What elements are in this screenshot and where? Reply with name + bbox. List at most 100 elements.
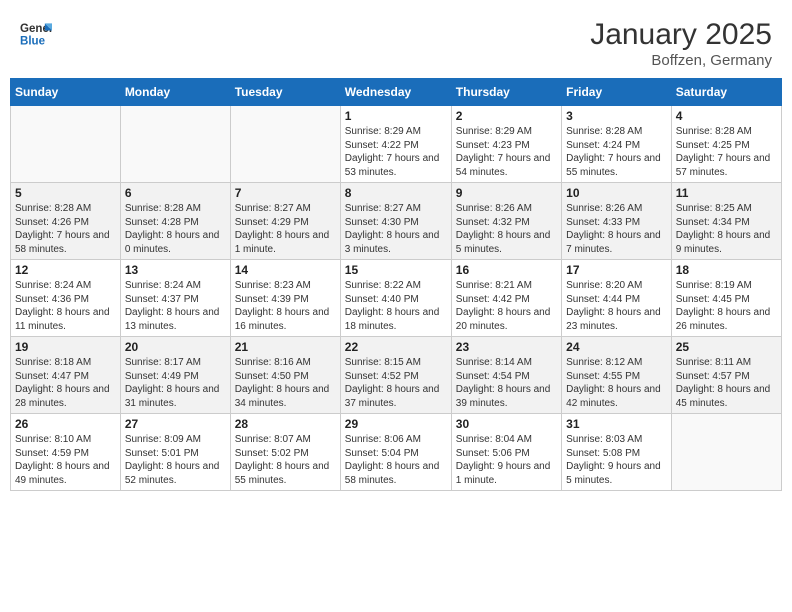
weekday-header-wednesday: Wednesday: [340, 79, 451, 106]
day-info: Sunrise: 8:26 AM Sunset: 4:32 PM Dayligh…: [456, 202, 557, 256]
day-number: 20: [125, 340, 226, 354]
calendar-day-cell: 14Sunrise: 8:23 AM Sunset: 4:39 PM Dayli…: [230, 260, 340, 337]
day-number: 2: [456, 109, 557, 123]
weekday-header-sunday: Sunday: [11, 79, 121, 106]
calendar-day-cell: 15 Sunrise: 8:22 AM Sunset: 4:40 PM Dayli…: [340, 260, 451, 337]
calendar-day-cell: 11 Sunrise: 8:25 AM Sunset: 4:34 PM Dayli…: [671, 183, 781, 260]
day-number: 17: [566, 263, 667, 277]
day-number: 5: [15, 186, 116, 200]
calendar-day-cell: 4 Sunrise: 8:28 AM Sunset: 4:25 PM Daylig…: [671, 106, 781, 183]
day-info: Sunrise: 8:27 AM Sunset: 4:30 PM Dayligh…: [345, 202, 447, 256]
day-info: Sunrise: 8:25 AM Sunset: 4:34 PM Dayligh…: [676, 202, 777, 256]
calendar-table: SundayMondayTuesdayWednesdayThursdayFrid…: [10, 78, 782, 491]
day-info: Sunrise: 8:28 AM Sunset: 4:26 PM Dayligh…: [15, 202, 116, 256]
calendar-day-cell: 28 Sunrise: 8:07 AM Sunset: 5:02 PM Dayli…: [230, 414, 340, 491]
day-number: 27: [125, 417, 226, 431]
location: Boffzen, Germany: [590, 52, 772, 69]
logo-icon: General Blue: [20, 18, 52, 50]
calendar-day-cell: 10 Sunrise: 8:26 AM Sunset: 4:33 PM Dayli…: [562, 183, 672, 260]
calendar-day-cell: 21 Sunrise: 8:16 AM Sunset: 4:50 PM Dayli…: [230, 337, 340, 414]
day-info: Sunrise: 8:10 AM Sunset: 4:59 PM Dayligh…: [15, 433, 116, 487]
day-number: 23: [456, 340, 557, 354]
logo: General Blue: [20, 18, 52, 50]
day-info: Sunrise: 8:16 AM Sunset: 4:50 PM Dayligh…: [235, 356, 336, 410]
day-info: Sunrise: 8:24 AM Sunset: 4:36 PM Dayligh…: [15, 279, 116, 333]
day-info: Sunrise: 8:20 AM Sunset: 4:44 PM Dayligh…: [566, 279, 667, 333]
calendar-day-cell: 17 Sunrise: 8:20 AM Sunset: 4:44 PM Dayli…: [562, 260, 672, 337]
day-number: 28: [235, 417, 336, 431]
calendar-day-cell: 12 Sunrise: 8:24 AM Sunset: 4:36 PM Dayli…: [11, 260, 121, 337]
calendar-day-cell: [671, 414, 781, 491]
weekday-header-monday: Monday: [120, 79, 230, 106]
day-info: Sunrise: 8:22 AM Sunset: 4:40 PM Dayligh…: [345, 279, 447, 333]
calendar-day-cell: 29 Sunrise: 8:06 AM Sunset: 5:04 PM Dayli…: [340, 414, 451, 491]
page-header: General Blue January 2025 Boffzen, Germa…: [10, 10, 782, 74]
calendar-day-cell: 8 Sunrise: 8:27 AM Sunset: 4:30 PM Daylig…: [340, 183, 451, 260]
day-number: 21: [235, 340, 336, 354]
day-number: 7: [235, 186, 336, 200]
calendar-day-cell: 1Sunrise: 8:29 AM Sunset: 4:22 PM Daylig…: [340, 106, 451, 183]
calendar-day-cell: 23Sunrise: 8:14 AM Sunset: 4:54 PM Dayli…: [451, 337, 561, 414]
day-info: Sunrise: 8:03 AM Sunset: 5:08 PM Dayligh…: [566, 433, 667, 487]
day-info: Sunrise: 8:26 AM Sunset: 4:33 PM Dayligh…: [566, 202, 667, 256]
calendar-week-row: 12 Sunrise: 8:24 AM Sunset: 4:36 PM Dayli…: [11, 260, 782, 337]
month-title: January 2025: [590, 18, 772, 52]
day-info: Sunrise: 8:21 AM Sunset: 4:42 PM Dayligh…: [456, 279, 557, 333]
day-info: Sunrise: 8:09 AM Sunset: 5:01 PM Dayligh…: [125, 433, 226, 487]
calendar-day-cell: 27 Sunrise: 8:09 AM Sunset: 5:01 PM Dayli…: [120, 414, 230, 491]
calendar-day-cell: 18 Sunrise: 8:19 AM Sunset: 4:45 PM Dayli…: [671, 260, 781, 337]
day-info: Sunrise: 8:19 AM Sunset: 4:45 PM Dayligh…: [676, 279, 777, 333]
calendar-day-cell: [120, 106, 230, 183]
calendar-day-cell: 16 Sunrise: 8:21 AM Sunset: 4:42 PM Dayli…: [451, 260, 561, 337]
calendar-week-row: 26 Sunrise: 8:10 AM Sunset: 4:59 PM Dayli…: [11, 414, 782, 491]
day-info: Sunrise: 8:11 AM Sunset: 4:57 PM Dayligh…: [676, 356, 777, 410]
calendar-day-cell: 9Sunrise: 8:26 AM Sunset: 4:32 PM Daylig…: [451, 183, 561, 260]
weekday-header-thursday: Thursday: [451, 79, 561, 106]
day-info: Sunrise: 8:29 AM Sunset: 4:22 PM Dayligh…: [345, 125, 447, 179]
calendar-day-cell: [230, 106, 340, 183]
day-number: 14: [235, 263, 336, 277]
calendar-week-row: 19Sunrise: 8:18 AM Sunset: 4:47 PM Dayli…: [11, 337, 782, 414]
day-info: Sunrise: 8:17 AM Sunset: 4:49 PM Dayligh…: [125, 356, 226, 410]
day-info: Sunrise: 8:27 AM Sunset: 4:29 PM Dayligh…: [235, 202, 336, 256]
calendar-day-cell: 7 Sunrise: 8:27 AM Sunset: 4:29 PM Daylig…: [230, 183, 340, 260]
day-number: 13: [125, 263, 226, 277]
day-info: Sunrise: 8:28 AM Sunset: 4:24 PM Dayligh…: [566, 125, 667, 179]
day-info: Sunrise: 8:24 AM Sunset: 4:37 PM Dayligh…: [125, 279, 226, 333]
day-number: 18: [676, 263, 777, 277]
calendar-day-cell: 20 Sunrise: 8:17 AM Sunset: 4:49 PM Dayli…: [120, 337, 230, 414]
title-block: January 2025 Boffzen, Germany: [590, 18, 772, 69]
day-number: 29: [345, 417, 447, 431]
day-info: Sunrise: 8:07 AM Sunset: 5:02 PM Dayligh…: [235, 433, 336, 487]
calendar-day-cell: 19Sunrise: 8:18 AM Sunset: 4:47 PM Dayli…: [11, 337, 121, 414]
calendar-day-cell: 22Sunrise: 8:15 AM Sunset: 4:52 PM Dayli…: [340, 337, 451, 414]
day-number: 10: [566, 186, 667, 200]
svg-text:Blue: Blue: [20, 36, 46, 48]
calendar-day-cell: 6 Sunrise: 8:28 AM Sunset: 4:28 PM Daylig…: [120, 183, 230, 260]
day-number: 15: [345, 263, 447, 277]
calendar-day-cell: 5 Sunrise: 8:28 AM Sunset: 4:26 PM Daylig…: [11, 183, 121, 260]
calendar-day-cell: 31 Sunrise: 8:03 AM Sunset: 5:08 PM Dayli…: [562, 414, 672, 491]
day-number: 4: [676, 109, 777, 123]
day-number: 16: [456, 263, 557, 277]
day-info: Sunrise: 8:06 AM Sunset: 5:04 PM Dayligh…: [345, 433, 447, 487]
day-info: Sunrise: 8:04 AM Sunset: 5:06 PM Dayligh…: [456, 433, 557, 487]
day-number: 26: [15, 417, 116, 431]
day-number: 19: [15, 340, 116, 354]
calendar-week-row: 5 Sunrise: 8:28 AM Sunset: 4:26 PM Daylig…: [11, 183, 782, 260]
weekday-header-row: SundayMondayTuesdayWednesdayThursdayFrid…: [11, 79, 782, 106]
day-number: 25: [676, 340, 777, 354]
calendar-day-cell: 2Sunrise: 8:29 AM Sunset: 4:23 PM Daylig…: [451, 106, 561, 183]
day-number: 6: [125, 186, 226, 200]
day-number: 11: [676, 186, 777, 200]
calendar-day-cell: 26 Sunrise: 8:10 AM Sunset: 4:59 PM Dayli…: [11, 414, 121, 491]
day-info: Sunrise: 8:28 AM Sunset: 4:25 PM Dayligh…: [676, 125, 777, 179]
calendar-day-cell: 3Sunrise: 8:28 AM Sunset: 4:24 PM Daylig…: [562, 106, 672, 183]
day-number: 24: [566, 340, 667, 354]
calendar-week-row: 1Sunrise: 8:29 AM Sunset: 4:22 PM Daylig…: [11, 106, 782, 183]
day-number: 8: [345, 186, 447, 200]
day-info: Sunrise: 8:28 AM Sunset: 4:28 PM Dayligh…: [125, 202, 226, 256]
day-info: Sunrise: 8:12 AM Sunset: 4:55 PM Dayligh…: [566, 356, 667, 410]
day-number: 12: [15, 263, 116, 277]
day-number: 31: [566, 417, 667, 431]
